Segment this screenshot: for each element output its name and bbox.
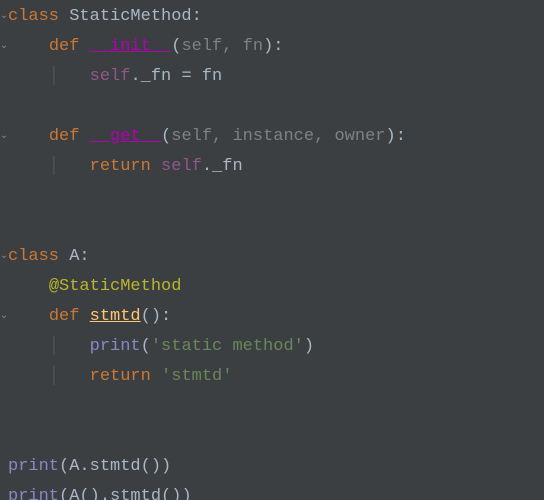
class-name: StaticMethod	[69, 7, 191, 26]
code-line[interactable]	[8, 182, 544, 212]
class-name: A	[69, 247, 79, 266]
keyword-def: def	[49, 127, 80, 146]
decorator-name: StaticMethod	[59, 277, 181, 296]
fold-marker[interactable]: ⌄	[0, 242, 8, 272]
code-line[interactable]: ⌄ def stmtd():	[8, 302, 544, 332]
code-line[interactable]: ⌄ def __get__(self, instance, owner):	[8, 122, 544, 152]
code-editor[interactable]: ⌄class StaticMethod: ⌄ def __init__(self…	[0, 0, 544, 500]
keyword-def: def	[49, 37, 80, 56]
decorator-at: @	[49, 277, 59, 296]
code-line[interactable]	[8, 212, 544, 242]
code-line[interactable]	[8, 422, 544, 452]
code-line[interactable]: ⌄ def __init__(self, fn):	[8, 32, 544, 62]
code-line[interactable]: │ return 'stmtd'	[8, 362, 544, 392]
code-line[interactable]	[8, 92, 544, 122]
fold-marker[interactable]: ⌄	[0, 302, 8, 332]
params: self, fn	[181, 37, 263, 56]
code-line[interactable]: ⌄class A:	[8, 242, 544, 272]
builtin-print: print	[8, 487, 59, 500]
string-literal: 'stmtd'	[161, 367, 232, 386]
code-line[interactable]: ⌄class StaticMethod:	[8, 2, 544, 32]
keyword-class: class	[8, 7, 59, 26]
fold-marker[interactable]: ⌄	[0, 122, 8, 152]
code-line[interactable]: @StaticMethod	[8, 272, 544, 302]
keyword-return: return	[90, 367, 151, 386]
code-line[interactable]	[8, 392, 544, 422]
string-literal: 'static method'	[151, 337, 304, 356]
method-name: __get__	[90, 127, 161, 146]
code-line[interactable]: print(A.stmtd())	[8, 452, 544, 482]
builtin-print: print	[8, 457, 59, 476]
keyword-class: class	[8, 247, 59, 266]
method-name: stmtd	[90, 307, 141, 326]
fold-marker[interactable]: ⌄	[0, 2, 8, 32]
code-line[interactable]: │ self._fn = fn	[8, 62, 544, 92]
code-line[interactable]: │ return self._fn	[8, 152, 544, 182]
keyword-def: def	[49, 307, 80, 326]
params: self, instance, owner	[171, 127, 385, 146]
fold-marker[interactable]: ⌄	[0, 32, 8, 62]
method-name: __init__	[90, 37, 172, 56]
builtin-print: print	[90, 337, 141, 356]
code-line[interactable]: print(A().stmtd())	[8, 482, 544, 500]
keyword-return: return	[90, 157, 151, 176]
code-line[interactable]: │ print('static method')	[8, 332, 544, 362]
